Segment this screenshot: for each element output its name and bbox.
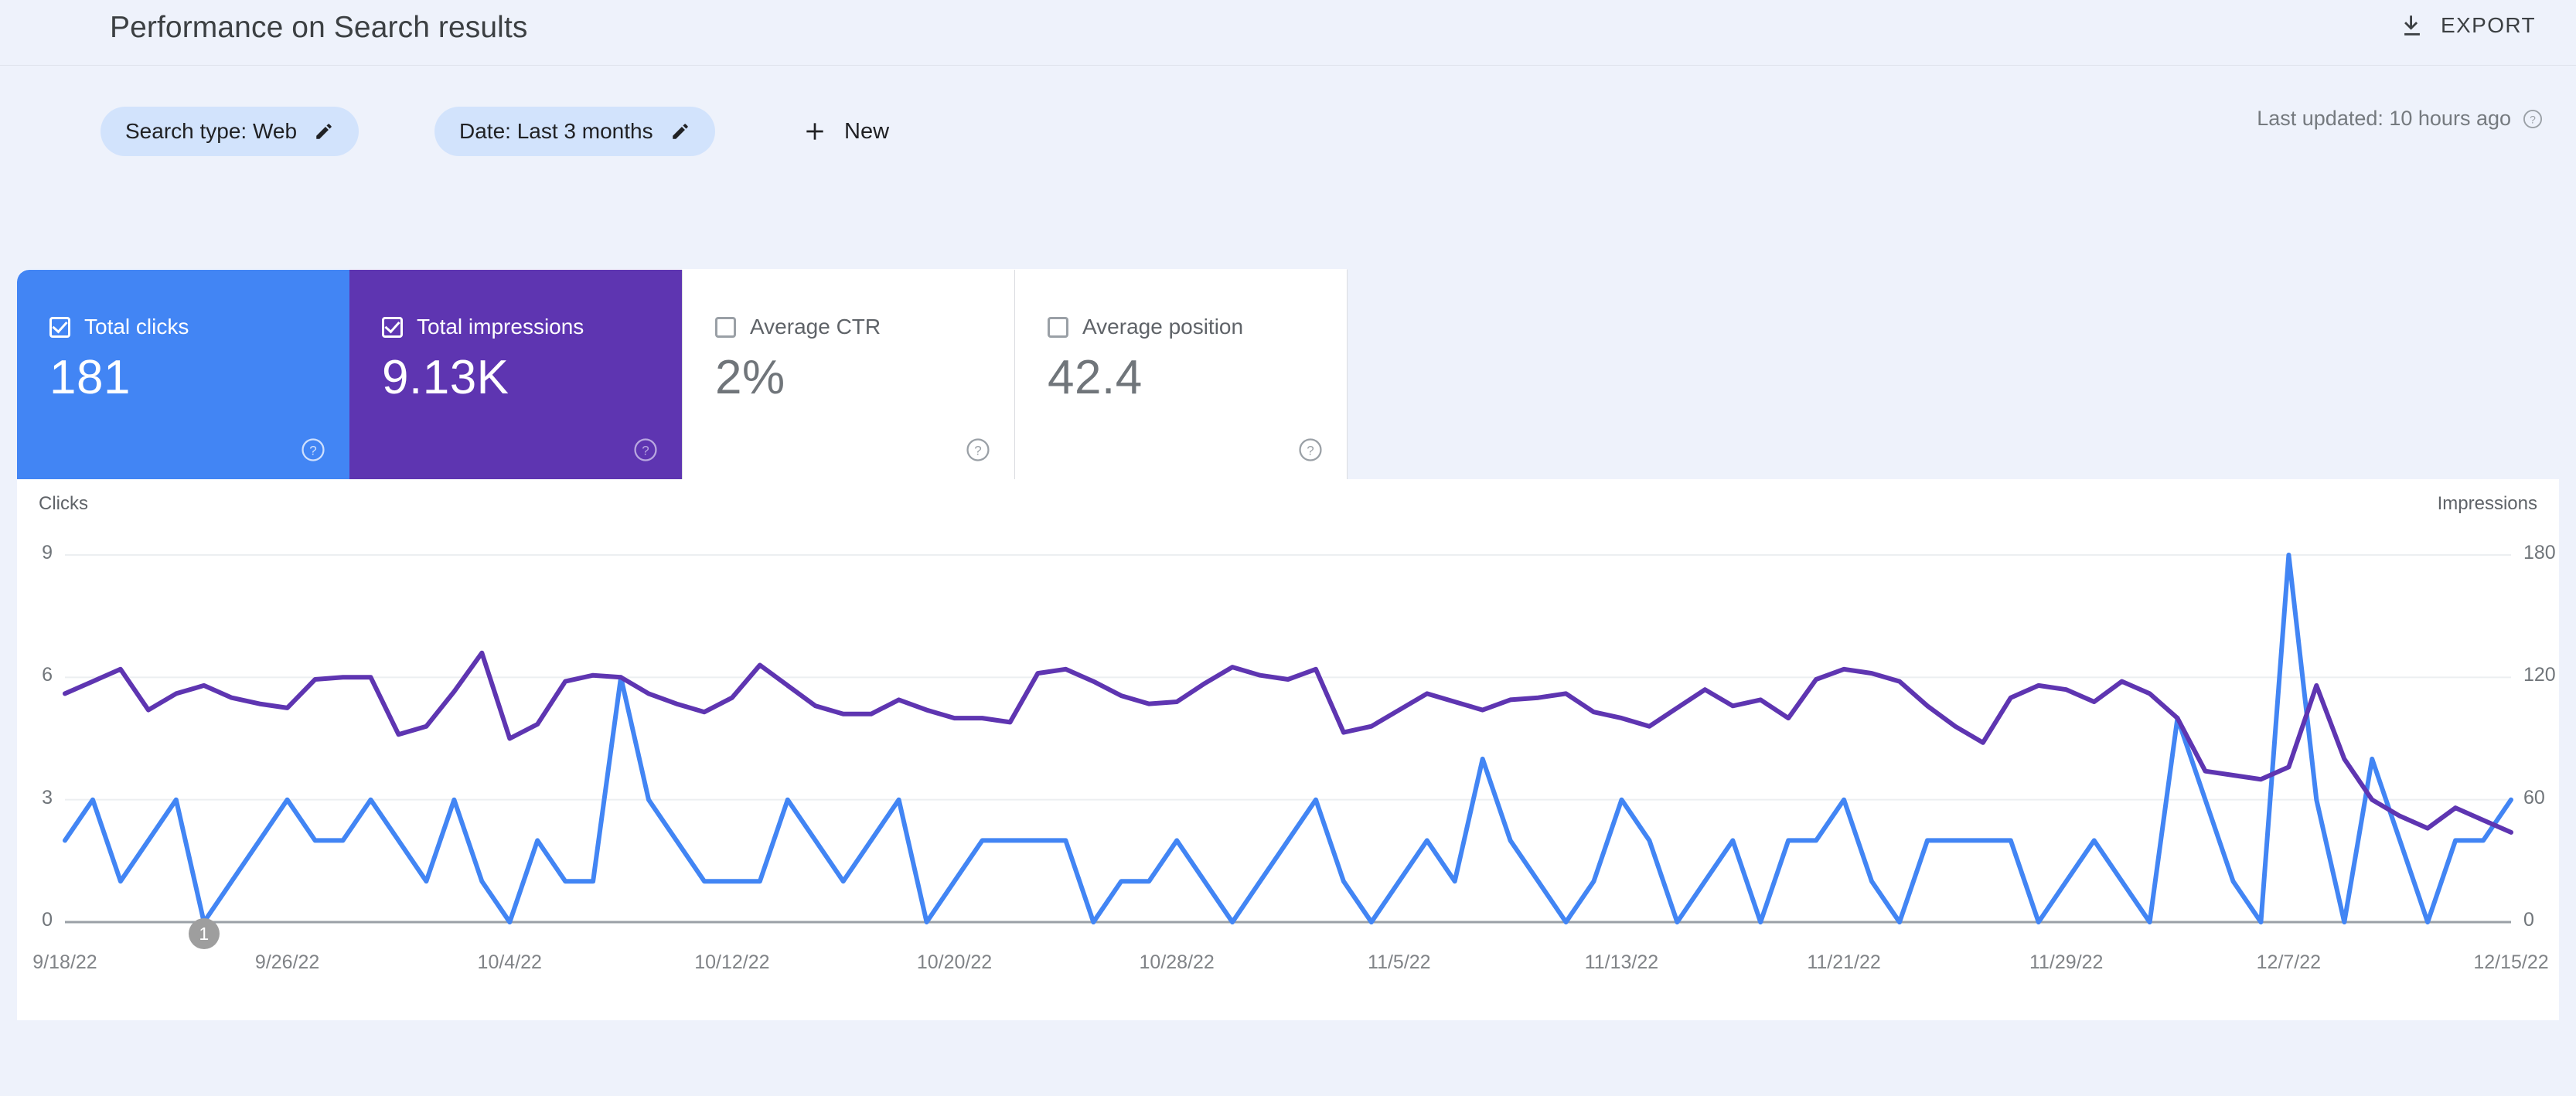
help-circle-icon[interactable]: ? [632, 437, 659, 463]
filter-chip-search-type-label: Search type: Web [125, 119, 298, 143]
page-title: Performance on Search results [110, 11, 528, 44]
chart-gutter-left [0, 479, 17, 1020]
x-tick: 10/12/22 [694, 951, 770, 973]
y-tick-right: 180 [2523, 542, 2556, 563]
filter-chip-date-label: Date: Last 3 months [459, 119, 653, 143]
svg-text:?: ? [1307, 443, 1314, 458]
y-tick-left: 6 [42, 664, 53, 686]
export-button[interactable]: EXPORT [2391, 6, 2544, 45]
help-circle-icon[interactable]: ? [2522, 108, 2544, 130]
checkbox-average-ctr[interactable] [715, 316, 736, 338]
pencil-icon[interactable] [670, 121, 690, 141]
metric-card-title: Average CTR [750, 315, 881, 339]
x-tick: 11/21/22 [1807, 951, 1881, 973]
help-circle-icon[interactable]: ? [1297, 437, 1324, 463]
x-tick: 10/28/22 [1139, 951, 1215, 973]
y-tick-right: 120 [2523, 664, 2556, 686]
search-console-performance-page: Performance on Search results EXPORT Sea… [0, 0, 2576, 1096]
last-updated: Last updated: 10 hours ago ? [2257, 107, 2544, 131]
x-tick: 12/15/22 [2473, 951, 2549, 973]
svg-text:?: ? [974, 443, 981, 458]
svg-text:?: ? [2530, 113, 2536, 125]
checkbox-total-impressions[interactable] [382, 316, 403, 338]
chart-annotation-badge[interactable]: 1 [188, 918, 220, 949]
x-tick: 10/4/22 [477, 951, 542, 973]
metric-card-value: 2% [715, 351, 785, 404]
metric-cards: Total clicks 181 ? Total impressions 9.1… [17, 269, 1348, 480]
download-icon [2399, 12, 2425, 39]
x-tick: 11/5/22 [1368, 951, 1431, 973]
pencil-icon[interactable] [314, 121, 334, 141]
metric-card-total-impressions[interactable]: Total impressions 9.13K ? [349, 270, 682, 480]
metric-card-header: Total impressions [382, 315, 584, 339]
plus-icon [802, 119, 827, 144]
add-filter-label: New [844, 118, 890, 144]
page-header: Performance on Search results EXPORT [0, 0, 2576, 65]
metric-card-header: Average CTR [715, 315, 881, 339]
filter-chip-search-type[interactable]: Search type: Web [101, 107, 359, 156]
last-updated-text: Last updated: 10 hours ago [2257, 107, 2511, 130]
metric-card-header: Total clicks [49, 315, 189, 339]
x-tick: 9/18/22 [32, 951, 97, 973]
metric-card-header: Average position [1048, 315, 1243, 339]
metric-card-title: Total clicks [84, 315, 189, 339]
x-tick: 12/7/22 [2256, 951, 2322, 973]
export-label: EXPORT [2440, 13, 2536, 37]
metric-card-total-clicks[interactable]: Total clicks 181 ? [17, 270, 349, 480]
y-tick-right: 0 [2523, 909, 2534, 931]
checkbox-total-clicks[interactable] [49, 316, 70, 338]
x-tick: 11/13/22 [1584, 951, 1659, 973]
chart-line-clicks [63, 553, 2513, 924]
help-circle-icon[interactable]: ? [300, 437, 326, 463]
metric-card-title: Total impressions [417, 315, 584, 339]
filter-bar: Search type: Web Date: Last 3 months New [0, 93, 2576, 170]
header-divider [0, 65, 2576, 66]
metric-card-title: Average position [1082, 315, 1244, 339]
y-tick-left: 9 [42, 542, 53, 563]
metric-card-value: 42.4 [1048, 351, 1143, 404]
svg-text:?: ? [642, 443, 649, 458]
y-tick-left: 3 [42, 786, 53, 808]
help-circle-icon[interactable]: ? [965, 437, 991, 463]
filter-chip-date[interactable]: Date: Last 3 months [434, 107, 715, 156]
add-filter-button[interactable]: New [789, 107, 903, 156]
x-tick: 9/26/22 [254, 951, 320, 973]
y-tick-right: 60 [2523, 786, 2545, 808]
x-tick: 11/29/22 [2029, 951, 2104, 973]
metric-card-value: 181 [49, 351, 131, 404]
metric-card-average-position[interactable]: Average position 42.4 ? [1014, 270, 1347, 480]
y-tick-left: 0 [42, 909, 53, 931]
svg-text:?: ? [309, 443, 316, 458]
chart-line-impressions [63, 650, 2513, 835]
metric-card-average-ctr[interactable]: Average CTR 2% ? [682, 270, 1014, 480]
metric-card-value: 9.13K [382, 351, 509, 404]
chart-gutter-right [2559, 479, 2576, 1020]
chart-plot-area [63, 553, 2513, 924]
checkbox-average-position[interactable] [1048, 316, 1068, 338]
x-tick: 10/20/22 [916, 951, 993, 973]
performance-chart: Clicks Impressions 0369 0 60 120 180 9/18/2… [0, 479, 2576, 1020]
